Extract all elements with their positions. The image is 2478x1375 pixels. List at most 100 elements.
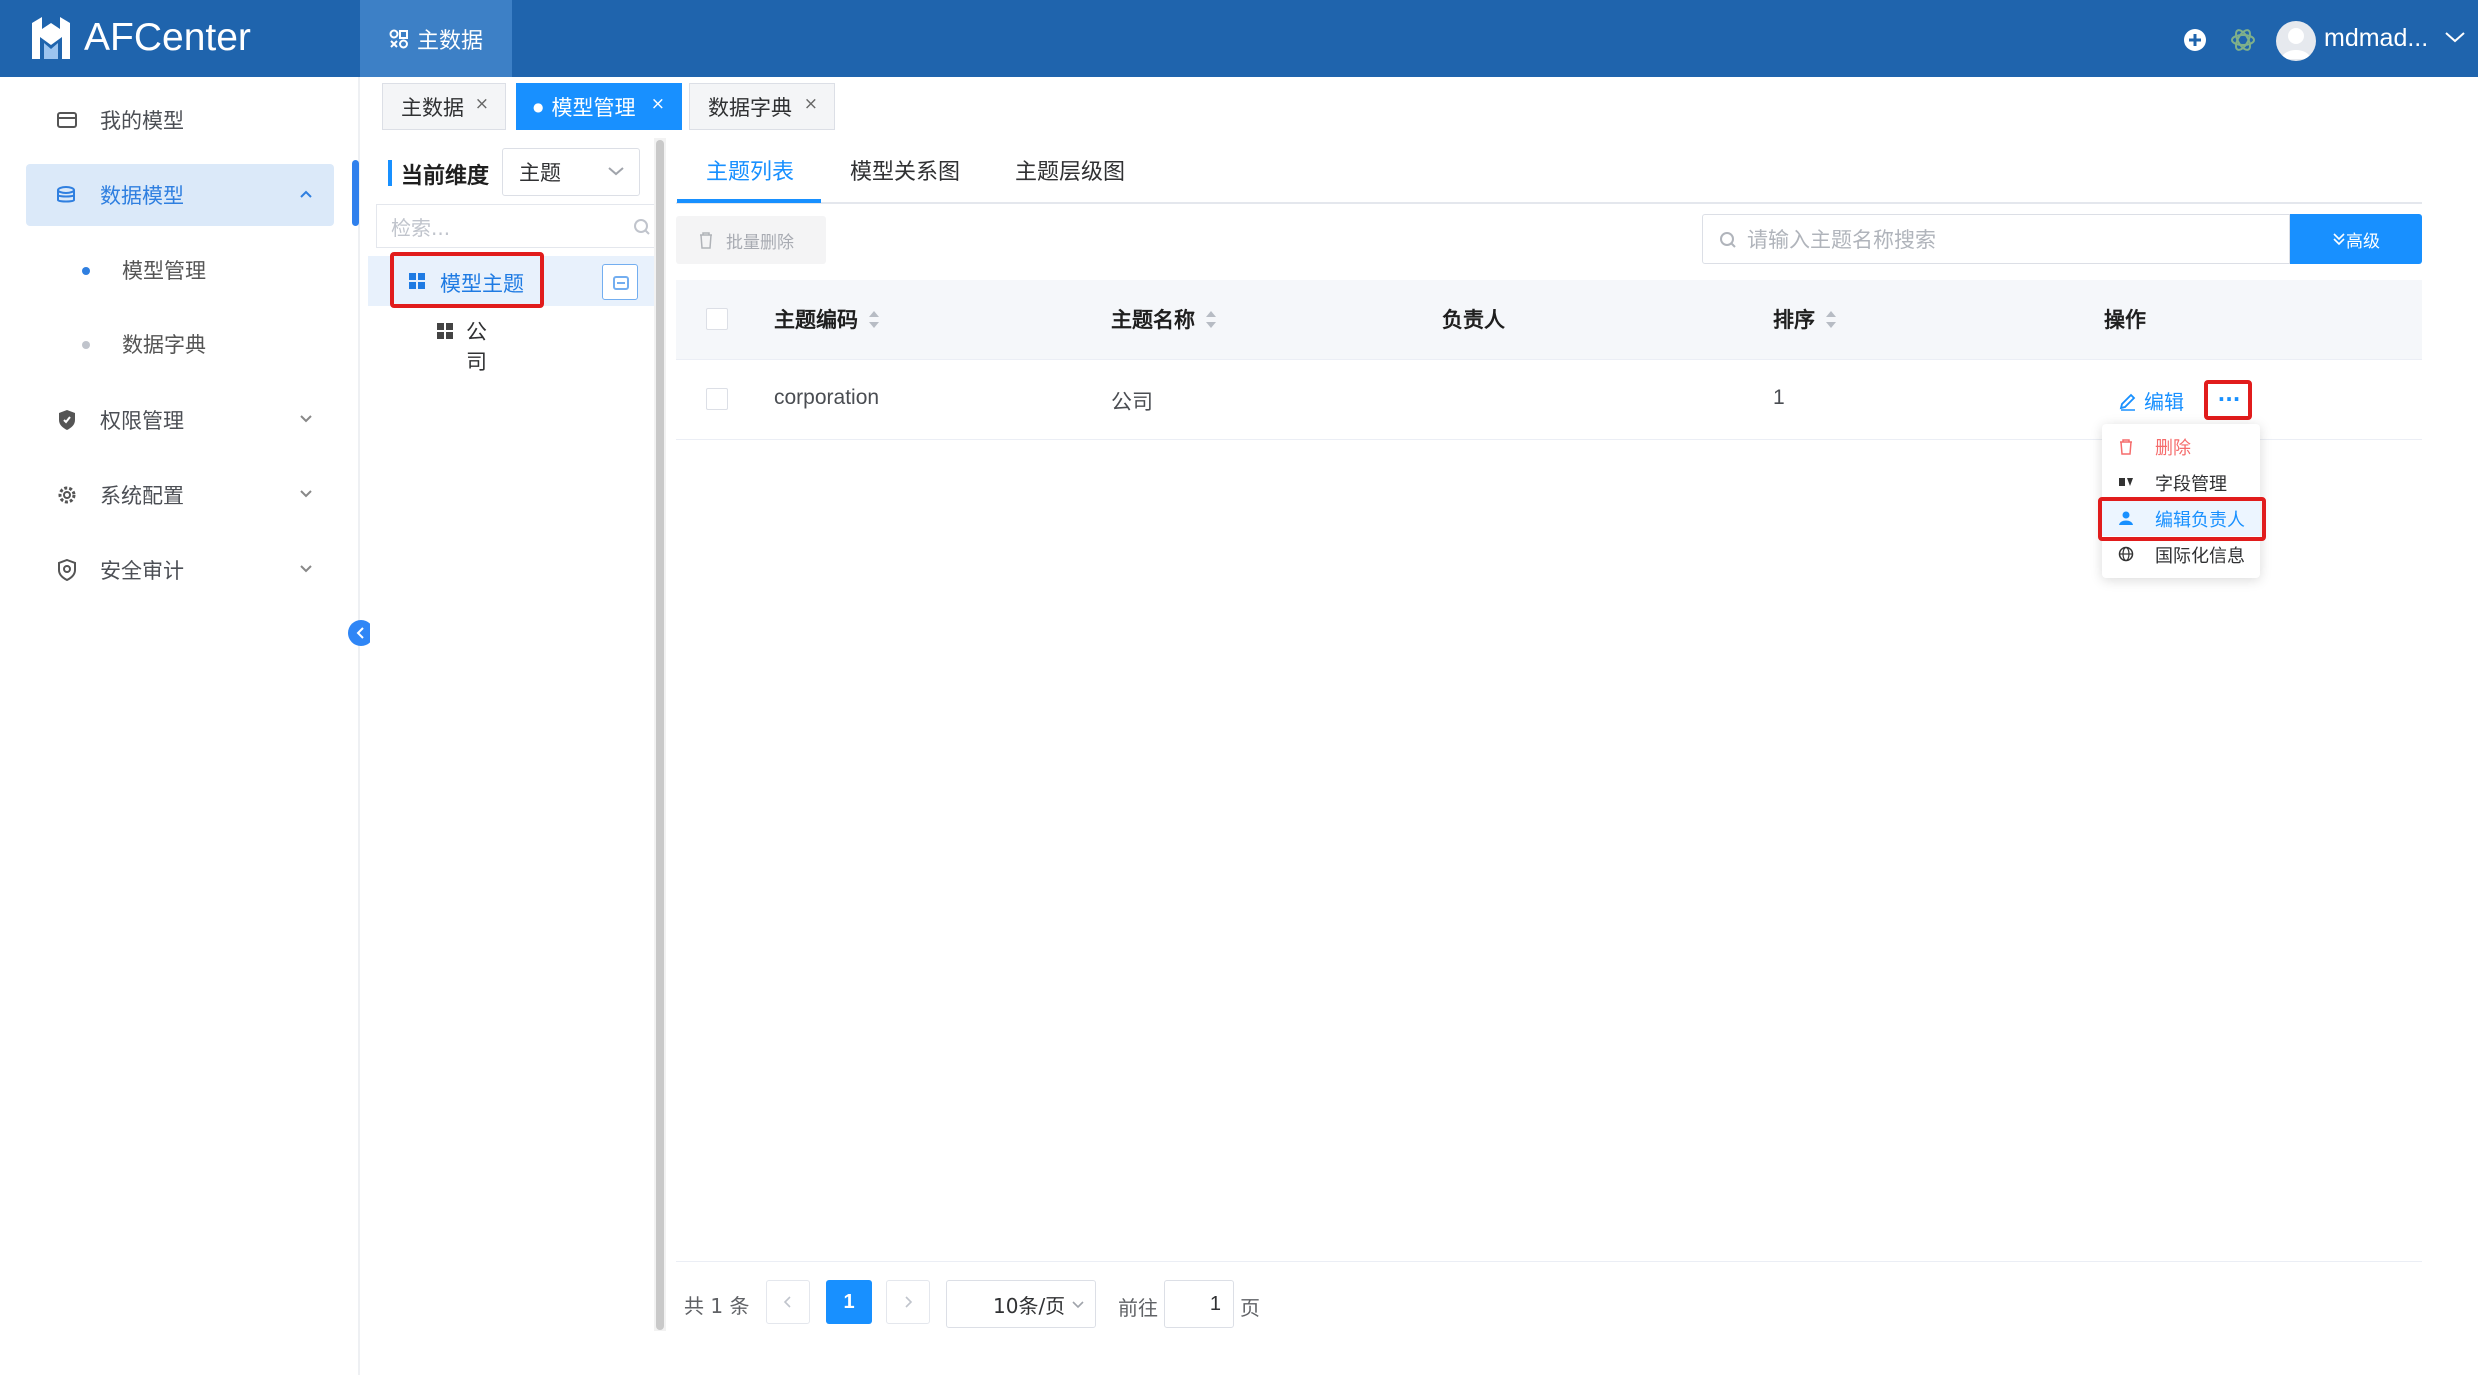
chevron-down-icon bbox=[608, 167, 624, 176]
page-tab-master-data[interactable]: 主数据 × bbox=[382, 83, 506, 130]
column-header-label: 负责人 bbox=[1442, 308, 1505, 332]
edit-label: 编辑 bbox=[2144, 390, 2184, 414]
sort-icon[interactable] bbox=[1825, 310, 1837, 329]
column-header-label: 操作 bbox=[2104, 308, 2146, 332]
tree-scrollbar[interactable] bbox=[656, 140, 664, 1330]
database-icon bbox=[57, 186, 75, 203]
column-header-code[interactable]: 主题编码 bbox=[774, 304, 880, 334]
row-checkbox[interactable] bbox=[706, 388, 728, 410]
batch-delete-label: 批量删除 bbox=[726, 232, 794, 253]
active-tab-indicator bbox=[677, 199, 821, 203]
highlight-box-tree-node bbox=[390, 252, 544, 308]
dot-icon bbox=[82, 341, 90, 349]
dimension-select[interactable]: 主题 bbox=[502, 148, 640, 196]
logo-icon bbox=[32, 17, 70, 59]
active-dot-icon: ● bbox=[533, 99, 544, 114]
page-tab-model-management[interactable]: ● 模型管理 × bbox=[516, 83, 682, 130]
cell-order: 1 bbox=[1773, 386, 1785, 409]
close-icon[interactable]: × bbox=[651, 94, 665, 114]
sidebar-scrollbar[interactable] bbox=[352, 160, 359, 226]
chevron-right-icon bbox=[905, 1296, 913, 1308]
edit-pencil-icon bbox=[2119, 393, 2136, 411]
next-page-button[interactable] bbox=[886, 1280, 930, 1324]
field-icon bbox=[2119, 478, 2133, 486]
tab-topic-hierarchy[interactable]: 主题层级图 bbox=[1015, 154, 1125, 186]
page-size-select[interactable]: 10条/页 bbox=[946, 1280, 1096, 1328]
grid-icon bbox=[437, 323, 453, 339]
topic-search-input[interactable]: 请输入主题名称搜索 bbox=[1702, 214, 2290, 264]
tab-model-relation[interactable]: 模型关系图 bbox=[850, 154, 960, 186]
close-icon[interactable]: × bbox=[804, 94, 818, 114]
page-tab-label: 主数据 bbox=[401, 95, 464, 120]
goto-page-input[interactable]: 1 bbox=[1164, 1280, 1234, 1328]
column-header-label: 主题编码 bbox=[774, 308, 858, 332]
menu-item-i18n[interactable]: 国际化信息 bbox=[2102, 536, 2260, 572]
gear-icon bbox=[58, 486, 76, 504]
dimension-select-value: 主题 bbox=[519, 161, 561, 185]
sidebar-item-label: 安全审计 bbox=[100, 559, 184, 583]
wallet-icon bbox=[57, 112, 77, 128]
avatar[interactable] bbox=[2276, 21, 2316, 61]
sidebar-item-system-config[interactable]: 系统配置 bbox=[26, 464, 334, 526]
chevron-left-icon bbox=[783, 1296, 791, 1308]
app-logo[interactable]: AFCenter bbox=[28, 8, 251, 68]
column-header-name[interactable]: 主题名称 bbox=[1111, 304, 1217, 334]
menu-item-field-management[interactable]: 字段管理 bbox=[2102, 464, 2260, 500]
sort-icon[interactable] bbox=[868, 310, 880, 329]
tree-panel bbox=[370, 138, 666, 1331]
sidebar-subitem-label: 数据字典 bbox=[122, 333, 206, 357]
chevron-down-icon bbox=[300, 415, 312, 423]
column-header-label: 主题名称 bbox=[1111, 308, 1195, 332]
nav-tab-master-data[interactable]: 主数据 bbox=[360, 0, 512, 77]
close-icon[interactable]: × bbox=[475, 94, 489, 114]
sidebar-item-label: 系统配置 bbox=[100, 484, 184, 508]
select-all-checkbox[interactable] bbox=[706, 308, 728, 330]
sidebar-item-label: 权限管理 bbox=[100, 409, 184, 433]
edit-button[interactable]: 编辑 bbox=[2118, 386, 2184, 415]
page-tab-label: 数据字典 bbox=[708, 95, 792, 120]
sidebar-item-security-audit[interactable]: 安全审计 bbox=[26, 539, 334, 601]
double-chevron-down-icon bbox=[2333, 233, 2345, 246]
nav-tab-icon bbox=[389, 29, 408, 48]
pagination-divider bbox=[676, 1261, 2422, 1262]
sidebar-item-data-models[interactable]: 数据模型 bbox=[26, 164, 334, 226]
sidebar-item-permissions[interactable]: 权限管理 bbox=[26, 389, 334, 451]
sidebar-subitem-data-dictionary[interactable]: 数据字典 bbox=[26, 316, 334, 372]
menu-item-label: 删除 bbox=[2155, 438, 2191, 459]
goto-label: 前往 bbox=[1118, 1296, 1158, 1320]
audit-shield-icon bbox=[58, 559, 76, 581]
dimension-accent-bar bbox=[388, 160, 392, 186]
openai-icon[interactable] bbox=[2228, 25, 2258, 55]
sidebar-item-my-models[interactable]: 我的模型 bbox=[26, 89, 334, 151]
highlight-box-more-button bbox=[2204, 380, 2252, 420]
search-icon bbox=[634, 219, 650, 235]
nav-tab-label: 主数据 bbox=[416, 28, 483, 54]
sidebar-subitem-model-management[interactable]: 模型管理 bbox=[26, 242, 334, 298]
help-icon[interactable] bbox=[2180, 25, 2210, 55]
shield-icon bbox=[59, 410, 75, 430]
page-size-value: 10条/页 bbox=[993, 1293, 1066, 1318]
tree-node-label: 公司 bbox=[466, 320, 487, 374]
sort-icon[interactable] bbox=[1205, 310, 1217, 329]
card-icon bbox=[613, 276, 629, 290]
column-header-order[interactable]: 排序 bbox=[1773, 304, 1837, 334]
user-avatar-icon bbox=[2281, 28, 2311, 59]
page-tab-data-dictionary[interactable]: 数据字典 × bbox=[689, 83, 835, 130]
tree-search-input[interactable]: 检索... bbox=[376, 204, 658, 248]
chevron-down-icon bbox=[1072, 1301, 1084, 1309]
menu-item-delete[interactable]: 删除 bbox=[2102, 428, 2260, 464]
prev-page-button[interactable] bbox=[766, 1280, 810, 1324]
app-title: AFCenter bbox=[84, 16, 251, 59]
page-number-1[interactable]: 1 bbox=[826, 1280, 872, 1324]
user-name[interactable]: mdmad... bbox=[2324, 24, 2428, 53]
chevron-down-icon bbox=[300, 490, 312, 498]
chevron-up-icon bbox=[300, 190, 312, 198]
search-icon bbox=[1720, 232, 1736, 248]
advanced-search-button[interactable]: 高级 bbox=[2290, 214, 2422, 264]
tab-topic-list[interactable]: 主题列表 bbox=[706, 154, 794, 186]
batch-delete-button[interactable]: 批量删除 bbox=[676, 216, 826, 264]
pagination-total: 共 1 条 bbox=[684, 1294, 750, 1318]
tree-node-action-button[interactable] bbox=[602, 264, 638, 300]
tree-search-placeholder: 检索... bbox=[391, 215, 451, 240]
chevron-down-icon[interactable] bbox=[2444, 30, 2466, 44]
